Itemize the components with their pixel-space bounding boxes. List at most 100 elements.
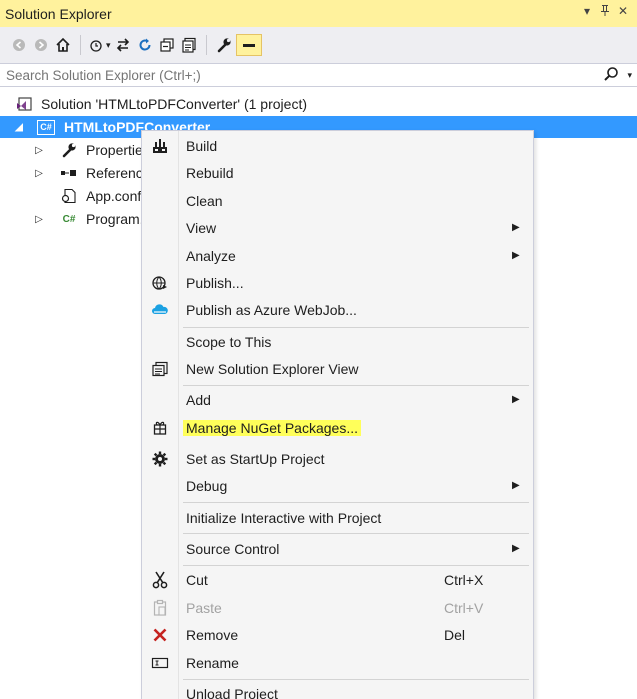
menu-separator xyxy=(183,502,529,503)
menu-item-label: View xyxy=(186,220,217,236)
menu-item-label: Add xyxy=(186,392,211,408)
menu-item-label: Source Control xyxy=(186,541,280,557)
forward-icon[interactable] xyxy=(31,34,51,56)
wrench-icon xyxy=(60,142,78,158)
shortcut-label: Ctrl+X xyxy=(444,572,484,588)
menu-separator xyxy=(183,385,529,386)
menu-item-analyze[interactable]: Analyze ▶ xyxy=(142,243,533,269)
search-icon[interactable] xyxy=(603,66,619,86)
chevron-down-icon[interactable]: ▾ xyxy=(106,40,111,51)
submenu-arrow-icon: ▶ xyxy=(512,394,520,405)
solution-icon xyxy=(15,96,33,112)
title-bar: Solution Explorer ▾ ✕ xyxy=(0,0,637,27)
menu-item-cut[interactable]: Cut Ctrl+X xyxy=(142,567,533,593)
menu-item-label: Publish... xyxy=(186,275,244,291)
menu-item-rename[interactable]: Rename xyxy=(142,650,533,676)
remove-icon xyxy=(148,625,172,645)
menu-item-label: Cut xyxy=(186,572,208,588)
show-all-files-icon[interactable] xyxy=(179,34,199,56)
menu-item-label: Rebuild xyxy=(186,165,234,181)
menu-item-remove[interactable]: Remove Del xyxy=(142,622,533,648)
menu-separator xyxy=(183,533,529,534)
search-input[interactable] xyxy=(6,67,586,83)
menu-item-label: Publish as Azure WebJob... xyxy=(186,302,357,318)
menu-item-manage-nuget-packages[interactable]: Manage NuGet Packages... xyxy=(142,415,533,441)
menu-item-publish[interactable]: Publish... xyxy=(142,270,533,296)
menu-item-unload-project[interactable]: Unload Project xyxy=(142,681,533,699)
collapse-all-icon[interactable] xyxy=(157,34,177,56)
submenu-arrow-icon: ▶ xyxy=(512,543,520,554)
rename-icon xyxy=(148,653,172,673)
search-bar: ▾ xyxy=(0,63,637,87)
submenu-arrow-icon: ▶ xyxy=(512,222,520,233)
menu-item-label: Scope to This xyxy=(186,334,272,350)
menu-item-label: Paste xyxy=(186,600,222,616)
back-icon[interactable] xyxy=(9,34,29,56)
references-icon xyxy=(60,165,78,181)
menu-item-view[interactable]: View ▶ xyxy=(142,215,533,241)
preview-selected-items-icon[interactable] xyxy=(235,34,262,56)
csharp-file-icon: C# xyxy=(62,213,76,225)
expanded-chevron-icon[interactable]: ◢ xyxy=(13,122,25,133)
menu-item-build[interactable]: Build xyxy=(142,133,533,159)
menu-item-label: Remove xyxy=(186,627,239,643)
menu-item-paste: Paste Ctrl+V xyxy=(142,595,533,621)
submenu-arrow-icon: ▶ xyxy=(512,250,520,261)
menu-item-set-as-startup-project[interactable]: Set as StartUp Project xyxy=(142,446,533,472)
menu-item-label: Unload Project xyxy=(186,686,278,699)
window-position-dropdown-icon[interactable]: ▾ xyxy=(579,4,595,18)
menu-separator xyxy=(183,565,529,566)
menu-item-label: Debug xyxy=(186,478,228,494)
menu-item-clean[interactable]: Clean xyxy=(142,188,533,214)
menu-item-source-control[interactable]: Source Control ▶ xyxy=(142,536,533,562)
scissors-icon xyxy=(148,570,172,590)
sync-with-active-document-icon[interactable] xyxy=(113,34,133,56)
menu-item-label: Manage NuGet Packages... xyxy=(183,420,361,436)
menu-item-initialize-interactive[interactable]: Initialize Interactive with Project xyxy=(142,505,533,531)
collapsed-chevron-icon[interactable]: ▷ xyxy=(33,168,45,179)
nuget-icon xyxy=(148,418,172,438)
close-icon[interactable]: ✕ xyxy=(615,4,631,18)
shortcut-label: Ctrl+V xyxy=(444,600,484,616)
menu-item-new-solution-explorer-view[interactable]: New Solution Explorer View xyxy=(142,356,533,382)
menu-item-label: Set as StartUp Project xyxy=(186,451,325,467)
toolbar-separator xyxy=(80,35,81,55)
gear-icon xyxy=(148,449,172,469)
menu-item-label: Analyze xyxy=(186,248,236,264)
menu-item-label: Build xyxy=(186,138,218,154)
menu-item-rebuild[interactable]: Rebuild xyxy=(142,160,533,186)
home-icon[interactable] xyxy=(53,34,73,56)
config-file-icon xyxy=(60,188,78,204)
menu-item-label: Initialize Interactive with Project xyxy=(186,510,382,526)
azure-cloud-icon xyxy=(148,300,172,320)
refresh-icon[interactable] xyxy=(135,34,155,56)
properties-wrench-icon[interactable] xyxy=(214,34,234,56)
menu-item-publish-azure-webjob[interactable]: Publish as Azure WebJob... xyxy=(142,297,533,323)
paste-icon xyxy=(148,598,172,618)
shortcut-label: Del xyxy=(444,627,466,643)
menu-item-label: Clean xyxy=(186,193,223,209)
submenu-arrow-icon: ▶ xyxy=(512,480,520,491)
menu-item-label: New Solution Explorer View xyxy=(186,361,359,377)
auto-hide-pin-icon[interactable] xyxy=(597,4,613,20)
toolbar-separator xyxy=(205,35,207,55)
tree-row-solution[interactable]: Solution 'HTMLtoPDFConverter' (1 project… xyxy=(0,93,637,115)
collapsed-chevron-icon[interactable]: ▷ xyxy=(33,145,45,156)
menu-item-label: Rename xyxy=(186,655,239,671)
pending-changes-filter-icon[interactable]: ▾ xyxy=(88,34,111,56)
publish-globe-icon xyxy=(148,273,172,293)
collapsed-chevron-icon[interactable]: ▷ xyxy=(33,214,45,225)
build-icon xyxy=(148,136,172,156)
menu-item-debug[interactable]: Debug ▶ xyxy=(142,473,533,499)
menu-separator xyxy=(183,327,529,328)
menu-item-add[interactable]: Add ▶ xyxy=(142,387,533,413)
menu-separator xyxy=(183,679,529,680)
search-options-chevron-down-icon[interactable]: ▾ xyxy=(627,70,632,81)
toolbar: ▾ xyxy=(0,27,637,63)
menu-item-scope-to-this[interactable]: Scope to This xyxy=(142,329,533,355)
new-view-icon xyxy=(148,359,172,379)
csharp-project-icon: C# xyxy=(37,119,55,135)
context-menu: Build Rebuild Clean View ▶ Analyze ▶ Pub… xyxy=(141,130,534,699)
solution-label: Solution 'HTMLtoPDFConverter' (1 project… xyxy=(41,96,307,112)
window-title: Solution Explorer xyxy=(5,5,112,22)
